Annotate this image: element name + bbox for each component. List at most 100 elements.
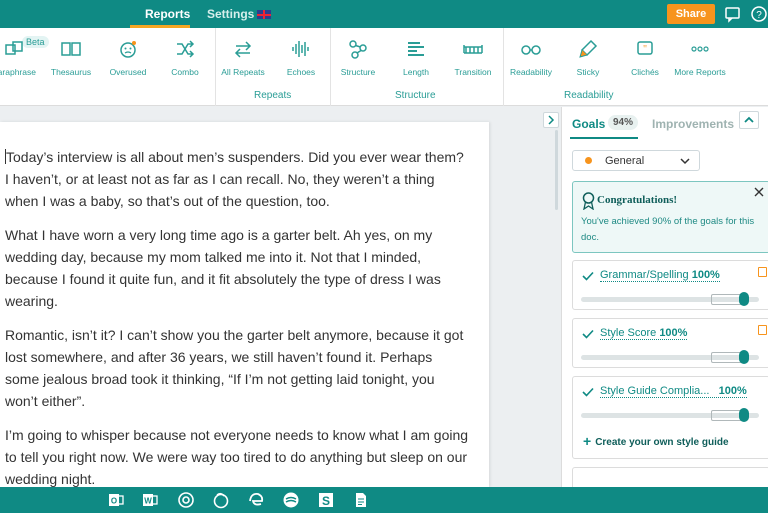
tool-label: Combo [171,67,199,77]
slider-knob[interactable] [739,350,749,364]
tool-all-repeats[interactable]: All Repeats [211,38,275,77]
goal-title[interactable]: Grammar/Spelling 100% [600,269,720,282]
tool-label: Sticky [576,67,600,77]
share-button[interactable]: Share [667,4,715,24]
quote-icon: " [637,41,653,55]
svg-text:S: S [322,494,330,508]
molecule-icon [349,40,367,59]
congratulations-card: Congratulations! You've achieved 90% of … [572,181,768,253]
goal-percent: 100% [718,385,747,397]
goals-sidebar: Goals 94% Improvements General Congratul… [561,107,768,487]
flag-icon[interactable] [758,325,767,335]
tool-label: Readability [509,67,553,77]
tool-combo[interactable]: Combo [153,38,217,77]
tool-length[interactable]: Length [384,38,448,77]
slider-knob[interactable] [739,292,749,306]
tool-transition[interactable]: Transition [441,38,505,77]
app-taskbar: O W S [0,487,768,513]
tab-reports[interactable]: Reports [145,7,190,21]
svg-text:?: ? [756,10,762,21]
goal-set-value: General [605,155,645,167]
goal-card-grammar[interactable]: Grammar/Spelling 100% [572,260,768,310]
goal-title[interactable]: Style Score 100% [600,327,688,340]
goal-percent: 100% [659,327,688,339]
word-icon[interactable]: W [141,491,159,509]
shuffle-icon [177,40,195,58]
award-ribbon-icon [582,192,595,210]
congrats-message: You've achieved 90% of the goals for thi… [581,216,755,243]
goal-set-select[interactable]: General [572,150,700,171]
grammar-icon[interactable] [282,491,300,509]
tool-thesaurus[interactable]: Thesaurus [39,38,103,77]
goal-name: Grammar/Spelling [600,269,689,281]
close-icon[interactable] [753,186,765,198]
goal-percent: 100% [691,269,720,281]
editor-scrollbar[interactable] [555,130,558,210]
tool-overused[interactable]: Overused [96,38,160,77]
create-style-guide-link[interactable]: + Create your own style guide [583,433,729,449]
scroll-up-button[interactable] [739,111,759,129]
waveform-icon [292,41,309,57]
goal-card-partial[interactable] [572,467,768,487]
chevron-down-icon [680,158,690,165]
plus-icon: + [583,433,592,449]
collapse-sidebar-button[interactable] [543,112,559,128]
svg-text:": " [643,44,647,55]
goal-slider[interactable] [581,292,759,306]
create-style-guide-label: Create your own style guide [595,437,729,448]
goal-name: Style Score [600,327,657,339]
report-toolbar: Beta Paraphrase Thesaurus Overused Combo… [0,28,768,106]
tool-label: Structure [340,67,376,77]
paragraph[interactable]: Romantic, isn’t it? I can’t show you the… [5,324,469,412]
svg-text:O: O [111,497,117,506]
bridge-icon [463,45,483,54]
book-icon [61,42,81,56]
top-bar: Reports Settings Share ? [0,0,768,28]
chrome-icon[interactable] [177,491,195,509]
goal-card-style-guide[interactable]: Style Guide Complia... 100% + Create your… [572,376,768,459]
tool-label: Transition [454,67,492,77]
document-text[interactable]: Today’s interview is all about men’s sus… [0,122,489,487]
chevron-right-icon [548,115,555,125]
more-icon [691,46,709,52]
edge-icon[interactable] [247,491,265,509]
slider-knob[interactable] [739,408,749,422]
brush-icon [579,39,598,58]
chat-icon[interactable] [724,5,742,23]
outlook-icon[interactable]: O [107,491,125,509]
goal-title[interactable]: Style Guide Complia... 100% [600,385,747,398]
tab-settings[interactable]: Settings [207,7,272,21]
goals-percent-badge: 94% [608,115,639,130]
tab-improvements[interactable]: Improvements [652,117,734,131]
active-tab-indicator [570,137,638,139]
goal-slider[interactable] [581,350,759,364]
tool-echoes[interactable]: Echoes [269,38,333,77]
scrivener-icon[interactable]: S [317,491,335,509]
tool-label: All Repeats [221,67,265,77]
goal-card-style-score[interactable]: Style Score 100% [572,318,768,368]
tool-structure[interactable]: Structure [326,38,390,77]
tool-more-reports[interactable]: More Reports [668,38,732,77]
check-icon [582,329,594,339]
paragraph[interactable]: I’m going to whisper because not everyon… [5,424,469,487]
goal-slider[interactable] [581,408,759,422]
paragraph[interactable]: What I have worn a very long time ago is… [5,224,469,312]
document-icon[interactable] [352,491,370,509]
tool-label: More Reports [674,67,726,77]
chevron-up-icon [744,116,754,123]
group-label-structure: Structure [395,90,436,101]
tab-goals[interactable]: Goals [572,117,605,131]
glasses-icon [521,45,541,55]
help-icon[interactable]: ? [750,5,768,23]
paraphrase-icon [5,41,23,55]
document-page[interactable]: Today’s interview is all about men’s sus… [0,122,489,487]
check-icon [582,387,594,397]
tool-readability[interactable]: Readability [499,38,563,77]
tool-label: Overused [109,67,147,77]
tool-sticky[interactable]: Sticky [556,38,620,77]
flag-icon[interactable] [758,267,767,277]
group-label-readability: Readability [564,90,614,101]
paragraph[interactable]: Today’s interview is all about men’s sus… [5,146,469,212]
tool-label: Length [403,67,429,77]
firefox-icon[interactable] [212,491,230,509]
